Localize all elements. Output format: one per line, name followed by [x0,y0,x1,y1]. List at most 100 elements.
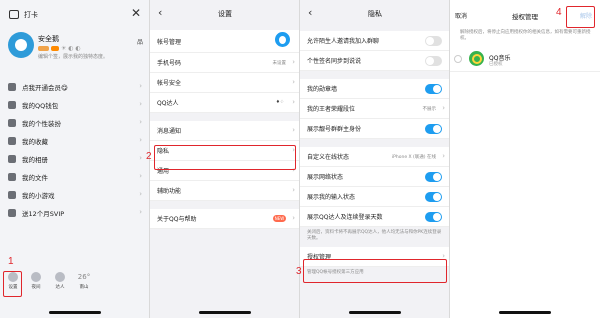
menu-item-svip-gift[interactable]: 送12个月SVIP › [0,204,149,222]
home-indicator [48,311,101,314]
back-icon[interactable]: ‹ [158,7,162,18]
weather-button[interactable]: 26° 南山 [74,272,94,290]
level-icon: ☀ ◐ ◐ [61,45,81,52]
chevron-right-icon: › [442,104,445,112]
step-1-highlight [3,271,22,297]
step-4-highlight [566,6,595,28]
row-label: 展示网络状态 [307,174,344,181]
row-notifications[interactable]: 消息通知 › [150,121,300,141]
qq-penguin-icon [275,32,290,47]
home-indicator [199,311,251,314]
select-radio[interactable] [454,55,462,63]
chevron-right-icon: › [292,78,295,86]
menu-item-label: 我的小游戏 [22,192,55,200]
step-1-number: 1 [8,256,14,267]
svip-badge [38,46,49,51]
crown-icon [8,83,16,91]
row-medal-wall[interactable]: 我的勋章墙 [300,79,450,99]
night-mode-button[interactable]: 夜间 [26,272,46,290]
step-3-highlight [303,259,447,283]
chevron-right-icon: › [442,152,445,160]
row-label: 展示靓号群群主身份 [307,126,362,133]
row-label: 我的王者荣耀段位 [307,106,356,113]
checkin-label[interactable]: 打卡 [24,10,38,20]
level-badges: ☀ ◐ ◐ [38,45,81,52]
row-value: 不展示 [422,107,437,112]
row-group-owner-identity[interactable]: 展示靓号群群主身份 [300,119,450,139]
chevron-right-icon: › [292,186,295,194]
row-accessibility[interactable]: 辅助功能 › [150,181,300,201]
row-label: 辅助功能 [157,188,182,195]
row-qq-expert[interactable]: QQ达人 ♦♢ › [150,93,300,113]
row-phone[interactable]: 手机号码 未设置 › [150,53,300,73]
row-label: 展示我的输入状态 [307,194,356,201]
row-label: 手机号码 [157,60,182,67]
signature-text[interactable]: 编辑个签，展示我的独特态度。 [38,53,108,60]
expert-button[interactable]: 达人 [50,272,70,290]
settings-navbar: ‹ 设置 [150,0,300,28]
screenshot-collage: 打卡 ✕ 安全鹅 品 ☀ ◐ ◐ 编辑个签，展示我的独特态度。 点我开通会员😋 ›… [0,0,600,318]
row-label: 我的勋章墙 [307,86,338,93]
step-3-number: 3 [296,266,302,277]
shirt-icon [8,119,16,127]
toggle-switch[interactable] [425,124,442,134]
checkin-icon[interactable] [9,10,19,19]
moon-icon [31,272,41,282]
row-network-status[interactable]: 展示网络状态 [300,167,450,187]
row-label: 个性签名同步到说说 [307,58,362,65]
vip-badge [51,46,59,51]
drawer-header: 打卡 ✕ [0,0,149,28]
drawer-bottom-bar: 设置 夜间 达人 26° 南山 [0,267,149,295]
drawer-panel: 打卡 ✕ 安全鹅 品 ☀ ◐ ◐ 编辑个签，展示我的独特态度。 点我开通会员😋 ›… [0,0,149,318]
row-account-security[interactable]: 帐号安全 › [150,73,300,93]
chevron-right-icon: › [139,118,142,126]
toggle-switch[interactable] [425,192,442,202]
menu-item-favorites[interactable]: 我的收藏 › [0,132,149,150]
expert-label: 达人 [55,285,65,290]
username[interactable]: 安全鹅 [38,34,59,44]
toggle-switch[interactable] [425,36,442,46]
close-icon[interactable]: ✕ [131,7,141,19]
chevron-right-icon: › [139,208,142,216]
row-expert-login-days[interactable]: 展示QQ达人及连续登录天数 [300,207,450,227]
app-row-qq-music[interactable]: QQ音乐 已授权 [450,48,600,72]
expert-badge-icon: ♦♢ [275,100,284,105]
row-signature-sync[interactable]: 个性签名同步到说说 [300,51,450,71]
home-indicator [349,311,401,314]
row-label: QQ达人 [157,100,179,107]
row-account-manage[interactable]: 帐号管理 [150,30,300,53]
toggle-switch[interactable] [425,212,442,222]
row-label: 展示QQ达人及连续登录天数 [307,214,383,221]
row-stranger-group-invite[interactable]: 允许陌生人邀请我加入群聊 [300,31,450,51]
toggle-switch[interactable] [425,56,442,66]
menu-item-label: 点我开通会员😋 [22,84,68,92]
album-icon [8,155,16,163]
avatar[interactable] [8,32,34,58]
row-honor-of-kings-rank[interactable]: 我的王者荣耀段位 不展示 › [300,99,450,119]
toggle-switch[interactable] [425,84,442,94]
menu-item-vip[interactable]: 点我开通会员😋 › [0,78,149,96]
qr-code-icon[interactable]: 品 [137,37,143,46]
menu-item-label: 我的个性装扮 [22,120,61,128]
chevron-right-icon: › [292,214,295,222]
temperature: 26° [77,273,91,281]
menu-item-wallet[interactable]: 我的QQ钱包 › [0,96,149,114]
menu-item-album[interactable]: 我的相册 › [0,150,149,168]
row-label: 自定义在线状态 [307,154,350,161]
menu-item-themes[interactable]: 我的个性装扮 › [0,114,149,132]
menu-item-files[interactable]: 我的文件 › [0,168,149,186]
privacy-list: 允许陌生人邀请我加入群聊 个性签名同步到说说 我的勋章墙 我的王者荣耀段位 不展示… [300,31,450,279]
home-indicator [499,311,551,314]
row-custom-online-status[interactable]: 自定义在线状态 iPhone X (联通) 在线 › [300,147,450,167]
menu-item-games[interactable]: 我的小游戏 › [0,186,149,204]
gift-icon [8,209,16,217]
row-label: 帐号安全 [157,80,182,87]
back-icon[interactable]: ‹ [308,7,312,18]
row-label: 关于QQ与帮助 [157,216,197,223]
expert-icon [55,272,65,282]
row-about-help[interactable]: 关于QQ与帮助 NEW › [150,209,300,229]
toggle-switch[interactable] [425,172,442,182]
chevron-right-icon: › [292,98,295,106]
settings-list: 帐号管理 手机号码 未设置 › 帐号安全 › QQ达人 ♦♢ › 消息通知 › 隐私 › 通用… [150,30,300,229]
row-typing-status[interactable]: 展示我的输入状态 [300,187,450,207]
